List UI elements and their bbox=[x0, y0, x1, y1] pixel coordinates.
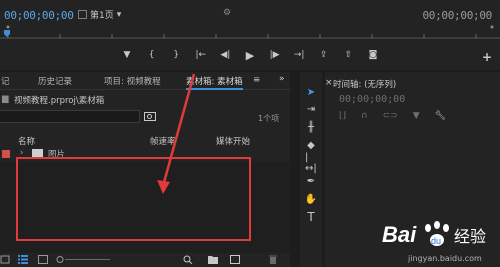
timeline-timecode[interactable]: 00;00;00;00 bbox=[339, 94, 405, 105]
svg-text:Bai: Bai bbox=[382, 222, 417, 247]
wrench-icon[interactable]: 🔧︎ bbox=[435, 111, 446, 121]
search-icon[interactable] bbox=[183, 255, 193, 264]
column-name[interactable]: 名称 bbox=[18, 135, 35, 147]
tab-markers[interactable]: 记 bbox=[1, 75, 10, 87]
type-tool-icon[interactable]: T bbox=[305, 210, 317, 224]
baidu-watermark: Bai du 经验 bbox=[382, 214, 494, 254]
project-bottom-bar bbox=[0, 252, 290, 267]
chevron-down-icon: ▾ bbox=[116, 9, 122, 20]
close-icon[interactable]: × bbox=[325, 78, 333, 88]
marker-icon[interactable]: ▼ bbox=[120, 48, 134, 62]
item-count: 1个项 bbox=[258, 114, 280, 123]
ripple-edit-tool-icon[interactable]: ╫ bbox=[305, 121, 317, 133]
mark-in-icon[interactable]: { bbox=[145, 48, 159, 62]
column-media-start[interactable]: 媒体开始 bbox=[216, 135, 250, 147]
project-panel: 记 历史记录 项目: 视频教程 素材箱: 素材箱 ≡ » ▆ 视频教程.prpr… bbox=[0, 72, 290, 267]
mark-out-icon[interactable]: } bbox=[169, 48, 183, 62]
go-to-in-icon[interactable]: |← bbox=[194, 48, 208, 62]
chevron-right-icon[interactable]: › bbox=[20, 148, 23, 158]
wrench-icon[interactable]: ⚙ bbox=[223, 8, 231, 18]
pen-tool-icon[interactable]: ✒ bbox=[305, 175, 317, 187]
nest-icon[interactable]: ⌊⌋ bbox=[339, 111, 346, 121]
search-input[interactable] bbox=[0, 110, 140, 123]
linked-selection-icon[interactable]: ⊂⊃ bbox=[383, 111, 398, 121]
export-frame-icon[interactable]: ◙ bbox=[366, 48, 380, 62]
snap-icon[interactable]: ∩ bbox=[361, 111, 368, 121]
watermark-url: jingyan.baidu.com bbox=[408, 254, 482, 263]
playhead-icon bbox=[4, 30, 10, 37]
zoom-select[interactable]: 第1页 ▾ bbox=[78, 8, 121, 21]
duration-timecode: 00;00;00;00 bbox=[422, 9, 492, 22]
list-view-icon[interactable] bbox=[18, 255, 28, 264]
new-search-bin-icon[interactable] bbox=[144, 111, 156, 122]
step-forward-icon[interactable]: |▶ bbox=[268, 48, 282, 62]
fit-checkbox[interactable] bbox=[78, 10, 87, 19]
zoom-slider[interactable] bbox=[56, 255, 112, 264]
folder-icon: ▆ bbox=[2, 94, 9, 104]
tools-panel: ➤ ⇥ ╫ ◆ |↔| ✒ ✋ T bbox=[300, 72, 322, 267]
playhead-timecode[interactable]: 00;00;00;00 bbox=[4, 9, 74, 22]
timeline-title: 时间轴: (无序列) bbox=[333, 80, 397, 90]
svg-text:du: du bbox=[431, 236, 441, 246]
folder-icon bbox=[32, 149, 43, 157]
column-header: 名称 帧速率 媒体开始 bbox=[0, 135, 290, 147]
panel-tab-bar: 记 历史记录 项目: 视频教程 素材箱: 素材箱 ≡ » bbox=[0, 72, 290, 90]
hand-tool-icon[interactable]: ✋ bbox=[305, 193, 317, 205]
extract-icon[interactable]: ⇧ bbox=[341, 48, 355, 62]
bin-content-area[interactable] bbox=[0, 161, 290, 253]
column-frame-rate[interactable]: 帧速率 bbox=[150, 135, 176, 147]
transport-controls: ▼ { } |← ◀| ▶ |▶ →| ⇪ ⇧ ◙ bbox=[120, 48, 380, 62]
timeline-toolbar: ⌊⌋ ∩ ⊂⊃ ▼ 🔧︎ bbox=[339, 111, 446, 121]
new-bin-icon[interactable] bbox=[208, 255, 218, 264]
selection-tool-icon[interactable]: ➤ bbox=[305, 86, 317, 98]
time-ruler[interactable] bbox=[0, 24, 500, 40]
tab-history[interactable]: 历史记录 bbox=[38, 75, 72, 87]
icon-view-icon[interactable] bbox=[38, 255, 48, 264]
bin-name: 图片 bbox=[48, 150, 66, 160]
svg-text:经验: 经验 bbox=[454, 227, 486, 246]
panel-menu-icon[interactable]: ≡ bbox=[253, 75, 260, 85]
bin-path: 视频教程.prproj\素材箱 bbox=[14, 96, 105, 106]
tab-project[interactable]: 项目: 视频教程 bbox=[104, 75, 161, 87]
go-to-out-icon[interactable]: →| bbox=[292, 48, 306, 62]
slip-tool-icon[interactable]: |↔| bbox=[305, 152, 317, 174]
trash-icon[interactable] bbox=[268, 255, 278, 264]
track-select-tool-icon[interactable]: ⇥ bbox=[305, 103, 317, 115]
button-editor-button[interactable]: + bbox=[482, 50, 492, 64]
add-marker-icon[interactable]: ▼ bbox=[413, 111, 420, 121]
step-back-icon[interactable]: ◀| bbox=[218, 48, 232, 62]
play-icon[interactable]: ▶ bbox=[243, 48, 257, 62]
chevron-double-right-icon[interactable]: » bbox=[279, 74, 285, 84]
new-item-icon[interactable] bbox=[230, 255, 240, 264]
write-protect-icon[interactable] bbox=[0, 255, 10, 264]
tab-bin[interactable]: 素材箱: 素材箱 bbox=[186, 75, 243, 90]
razor-tool-icon[interactable]: ◆ bbox=[305, 139, 317, 151]
zoom-select-label: 第1页 bbox=[90, 11, 114, 21]
bin-path-row: ▆ 视频教程.prproj\素材箱 bbox=[0, 94, 290, 106]
lift-icon[interactable]: ⇪ bbox=[317, 48, 331, 62]
program-monitor: 00;00;00;00 第1页 ▾ ⚙ 00;00;00;00 ▼ { } |←… bbox=[0, 0, 500, 70]
label-color-swatch[interactable] bbox=[2, 150, 10, 158]
list-item[interactable]: › 图片 bbox=[0, 148, 290, 160]
